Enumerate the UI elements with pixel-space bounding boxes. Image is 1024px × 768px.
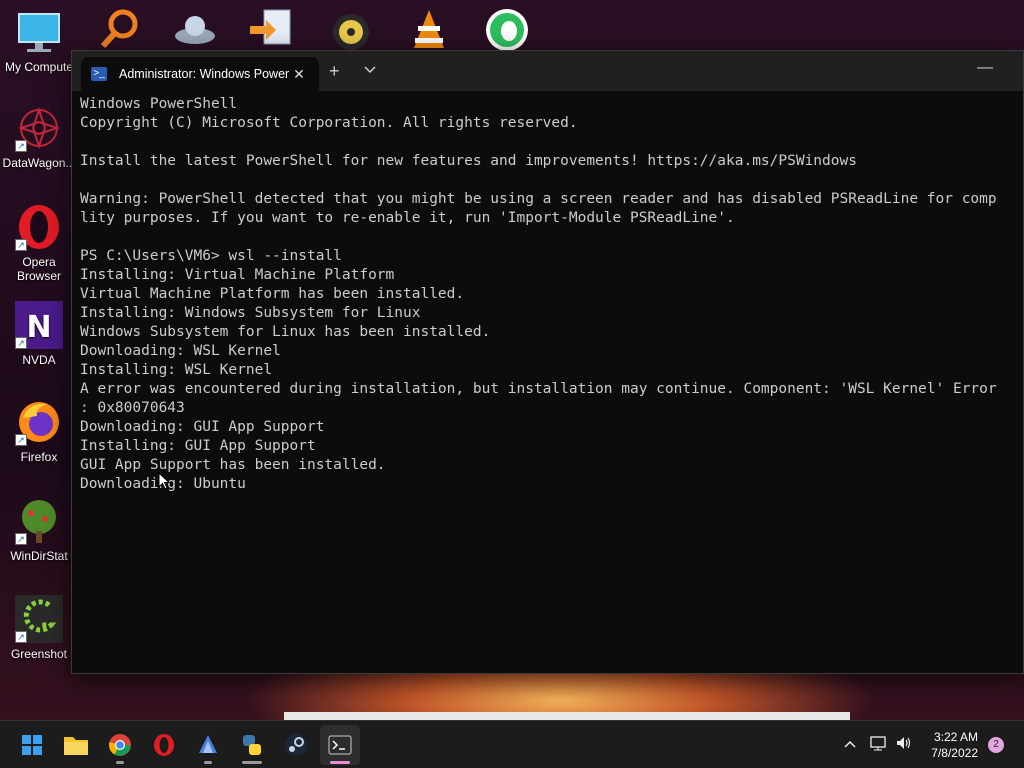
python-icon [243, 735, 261, 755]
folder-icon [64, 737, 88, 755]
chevron-down-icon[interactable] [363, 61, 377, 81]
desktop-icon-label: Firefox [20, 450, 58, 464]
console-line: Virtual Machine Platform has been instal… [80, 286, 465, 302]
console-line: : 0x80070643 [80, 400, 185, 416]
clock[interactable]: 3:22 AM 7/8/2022 [931, 729, 978, 761]
taskbar-steam[interactable] [276, 725, 316, 765]
desktop-icon-datawagon[interactable]: ↗ DataWagon... [0, 104, 78, 170]
tab-title: Administrator: Windows PowerS [119, 67, 289, 81]
console-output[interactable]: Windows PowerShell Copyright (C) Microsof… [80, 95, 1023, 673]
desktop-icon-firefox[interactable]: ↗ Firefox [0, 398, 78, 464]
console-line: Installing: GUI App Support [80, 438, 316, 454]
console-line: Copyright (C) Microsoft Corporation. All… [80, 115, 578, 131]
taskbar-terminal[interactable] [320, 725, 360, 765]
console-line: A error was encountered during installat… [80, 381, 997, 397]
desktop-icon-label: My Compute [4, 60, 74, 74]
tree-icon: ↗ [15, 497, 63, 545]
console-line: Warning: PowerShell detected that you mi… [80, 191, 997, 207]
thumbnail-preview-edge [284, 712, 850, 720]
taskbar-opera[interactable] [144, 725, 184, 765]
console-line: Installing: Windows Subsystem for Linux [80, 305, 421, 321]
console-line: Install the latest PowerShell for new fe… [80, 153, 857, 169]
shortcut-arrow-icon: ↗ [15, 140, 27, 152]
console-line: lity purposes. If you want to re-enable … [80, 210, 735, 226]
nvda-icon: N ↗ [15, 301, 63, 349]
taskbar-python[interactable] [232, 725, 272, 765]
desktop-icon-nvda[interactable]: N ↗ NVDA [0, 301, 78, 367]
ufo-app-icon[interactable] [170, 8, 220, 52]
terminal-window[interactable]: >_ Administrator: Windows PowerS ✕ + — W… [71, 50, 1024, 674]
console-line: Installing: WSL Kernel [80, 362, 273, 378]
close-tab-icon[interactable]: ✕ [289, 66, 309, 83]
clock-date: 7/8/2022 [931, 746, 978, 760]
desktop-icon-greenshot[interactable]: ↗ Greenshot [0, 595, 78, 661]
chevron-up-icon[interactable] [843, 736, 857, 754]
desktop-icon-my-computer[interactable]: My Compute [0, 8, 78, 74]
title-bar[interactable]: >_ Administrator: Windows PowerS ✕ + — [72, 51, 1023, 91]
taskbar: 3:22 AM 7/8/2022 2 [0, 720, 1024, 768]
desktop-icon-label: DataWagon... [2, 156, 76, 170]
console-line: PS C:\Users\VM6> wsl --install [80, 248, 342, 264]
chrome-icon [109, 734, 131, 756]
desktop-icon-label: WinDirStat [10, 549, 68, 563]
svg-text:N: N [26, 310, 51, 345]
firefox-icon: ↗ [15, 398, 63, 446]
console-line: Windows Subsystem for Linux has been ins… [80, 324, 491, 340]
monitor-icon [15, 8, 63, 56]
steam-icon [285, 734, 307, 756]
greenshot-icon: ↗ [15, 595, 63, 643]
shortcut-arrow-icon: ↗ [15, 533, 27, 545]
taskbar-file-explorer[interactable] [56, 725, 96, 765]
shortcut-arrow-icon: ↗ [15, 434, 27, 446]
datawagon-icon: ↗ [15, 104, 63, 152]
network-icon[interactable] [869, 735, 887, 756]
new-tab-icon[interactable]: + [329, 61, 340, 81]
file-transfer-app-icon[interactable] [248, 8, 298, 52]
opera-icon [154, 734, 174, 756]
system-tray [843, 721, 913, 768]
powershell-icon: >_ [91, 67, 107, 81]
desktop-icon-label: Opera Browser [16, 255, 61, 283]
terminal-icon [328, 735, 352, 755]
desktop-icon-opera[interactable]: ↗ Opera Browser [0, 203, 78, 283]
start-button[interactable] [12, 725, 52, 765]
shortcut-arrow-icon: ↗ [15, 337, 27, 349]
console-line: Windows PowerShell [80, 96, 238, 112]
mouse-pointer-icon [158, 471, 171, 495]
vlc-icon[interactable] [404, 8, 454, 52]
app-icon [199, 735, 217, 753]
taskbar-app-blue[interactable] [188, 725, 228, 765]
desktop-icon-windirstat[interactable]: ↗ WinDirStat [0, 497, 78, 563]
clock-time: 3:22 AM [933, 730, 978, 744]
console-line: Installing: Virtual Machine Platform [80, 267, 395, 283]
minimize-button[interactable]: — [977, 59, 993, 77]
desktop-icon-label: NVDA [22, 353, 56, 367]
evernote-icon[interactable] [482, 8, 532, 52]
shortcut-arrow-icon: ↗ [15, 239, 27, 251]
search-app-icon[interactable] [95, 8, 145, 52]
taskbar-chrome[interactable] [100, 725, 140, 765]
desktop-icon-label: Greenshot [10, 647, 68, 661]
console-line: Downloading: WSL Kernel [80, 343, 281, 359]
disc-app-icon[interactable] [326, 8, 376, 52]
console-line: GUI App Support has been installed. [80, 457, 386, 473]
opera-icon: ↗ [15, 203, 63, 251]
console-line: Downloading: Ubuntu [80, 476, 246, 492]
notification-badge[interactable]: 2 [988, 737, 1004, 753]
console-line: Downloading: GUI App Support [80, 419, 325, 435]
volume-icon[interactable] [895, 735, 913, 756]
shortcut-arrow-icon: ↗ [15, 631, 27, 643]
tab-powershell[interactable]: >_ Administrator: Windows PowerS ✕ [81, 57, 319, 91]
